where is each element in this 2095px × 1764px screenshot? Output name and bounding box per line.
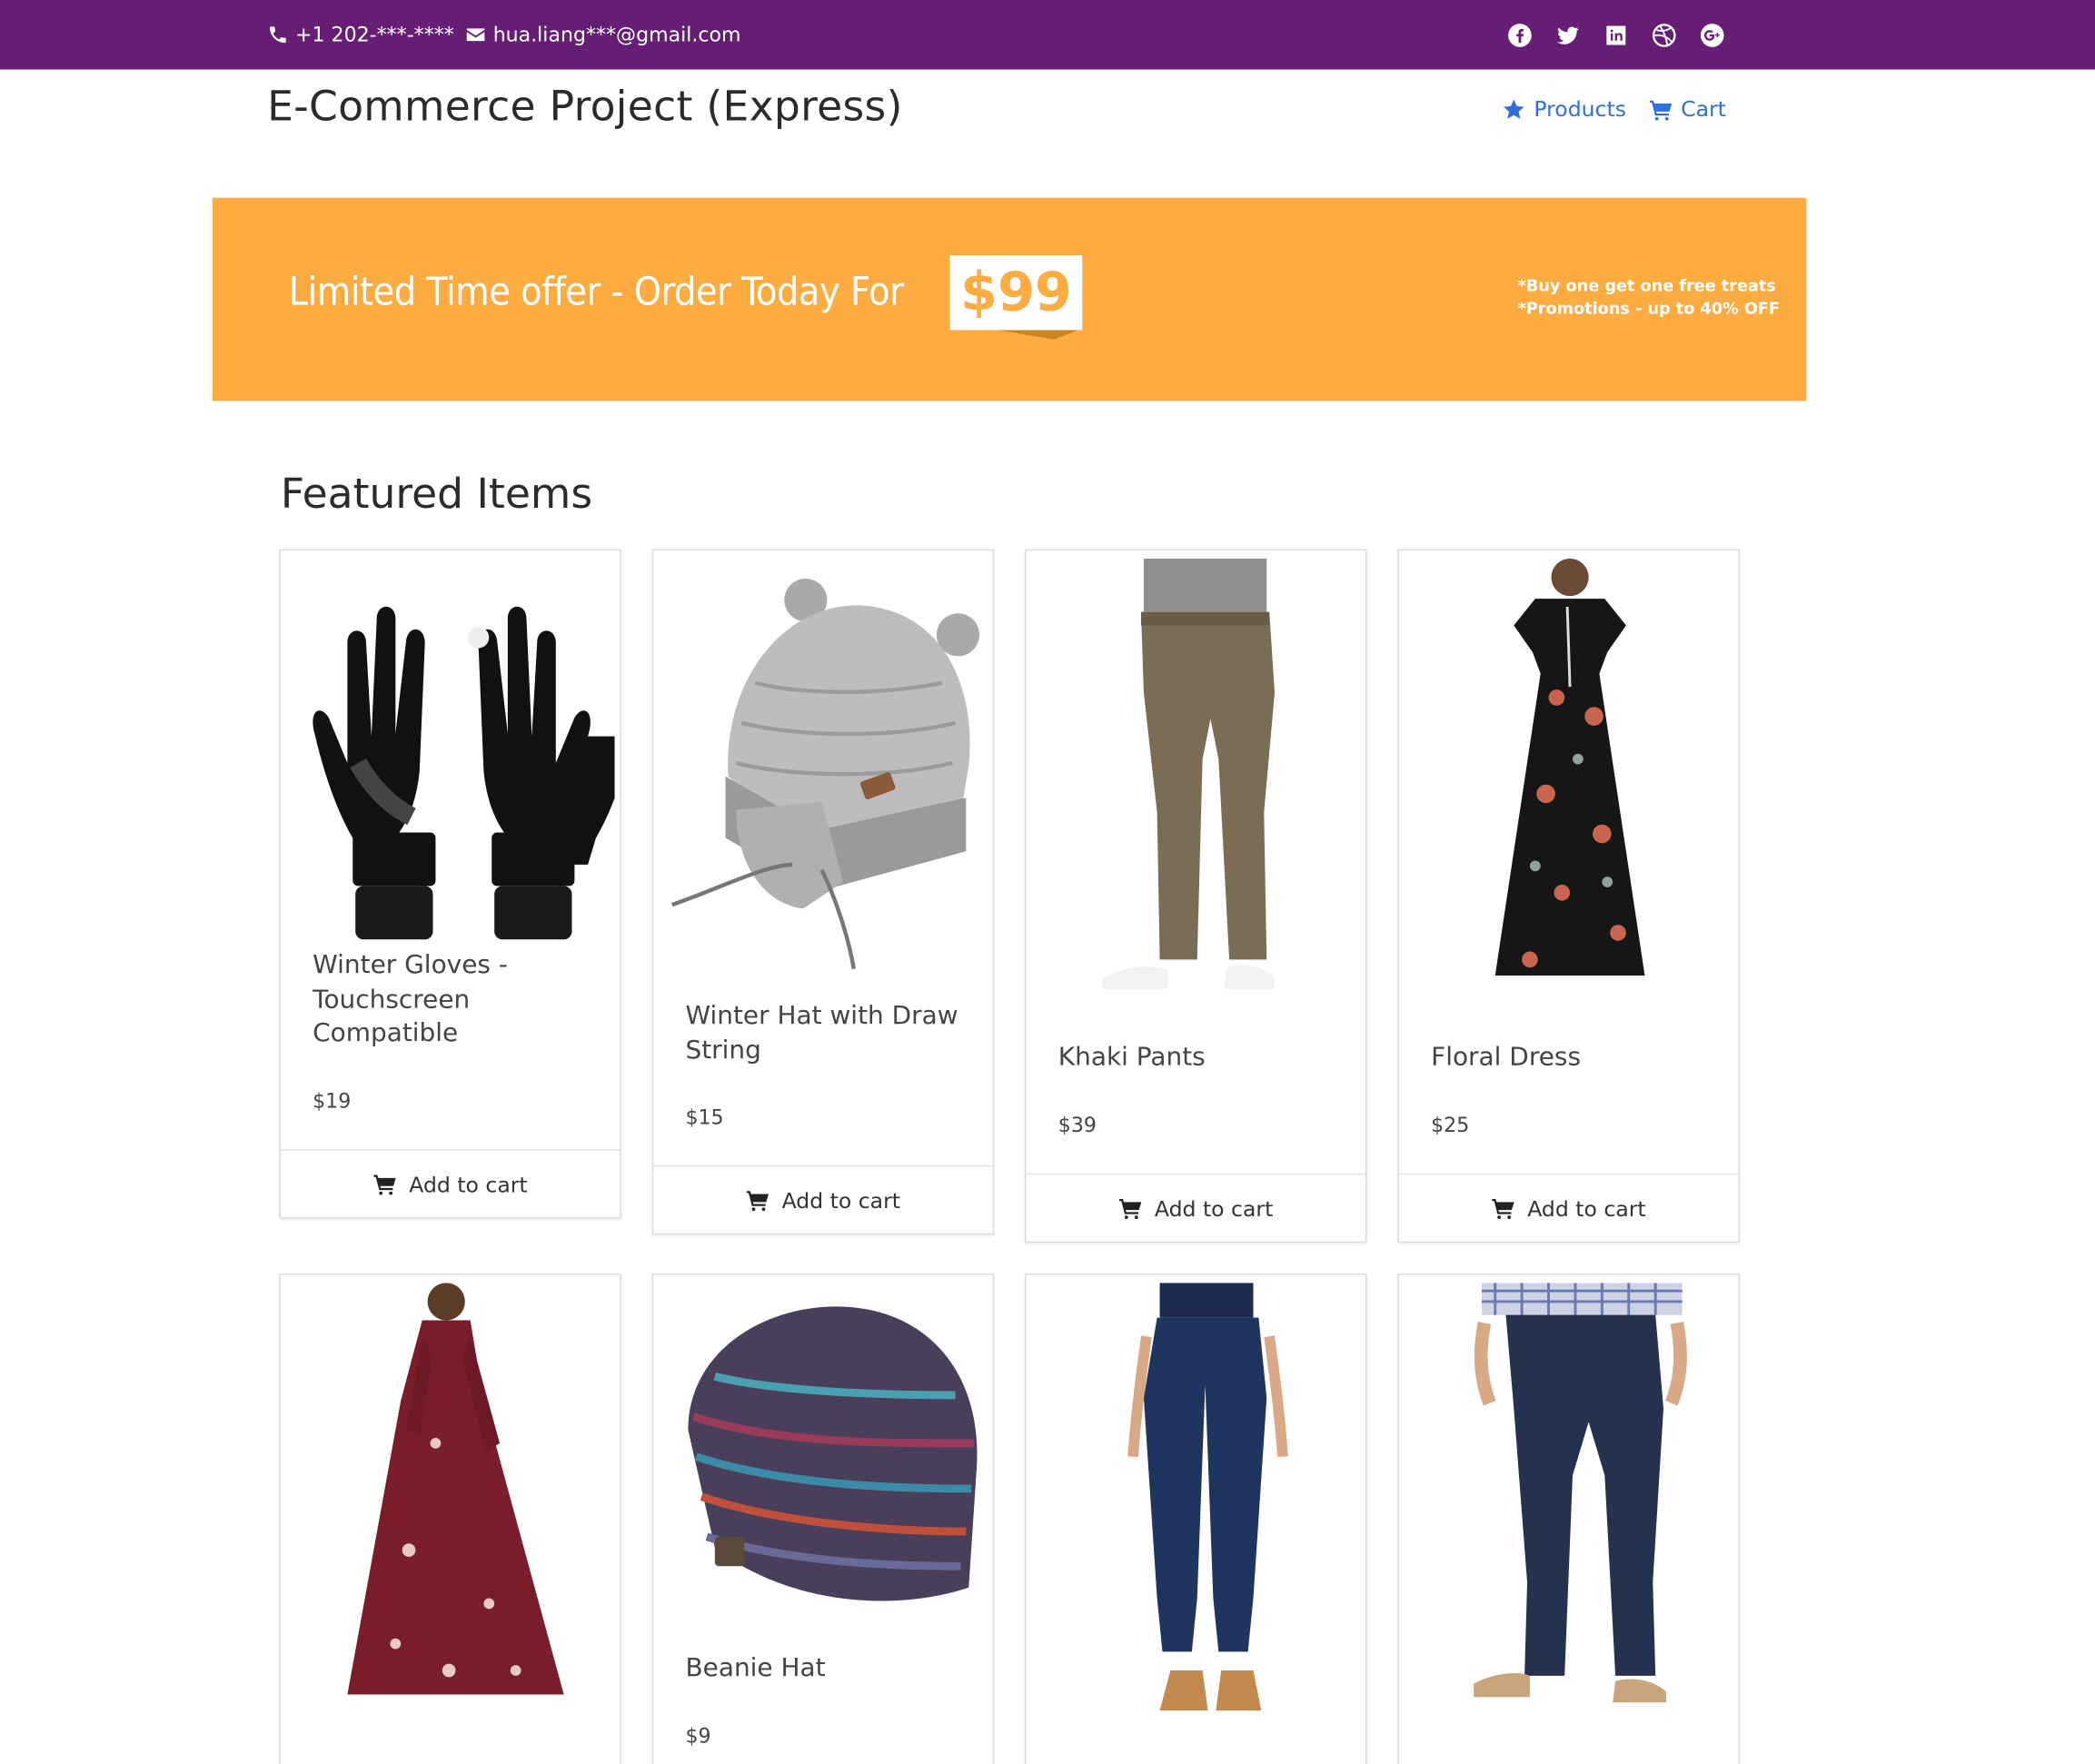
- section-title: Featured Items: [280, 470, 593, 519]
- nav-cart[interactable]: Cart: [1649, 96, 1726, 122]
- cart-icon: [1649, 99, 1673, 120]
- add-to-cart-label: Add to cart: [1154, 1194, 1274, 1221]
- product-card[interactable]: Khaki Pants $39 Add to cart: [1025, 549, 1367, 1244]
- banner-headline: Limited Time offer - Order Today For: [288, 268, 904, 314]
- product-image-floral-dress[interactable]: [1407, 558, 1733, 995]
- add-to-cart-button[interactable]: Add to cart: [653, 1164, 993, 1234]
- linkedin-icon[interactable]: [1604, 22, 1629, 47]
- page: +1 202-***-**** hua.liang***@gmail.com E…: [0, 0, 2095, 1764]
- add-to-cart-button[interactable]: Add to cart: [1398, 1173, 1739, 1242]
- product-price: $39: [1057, 1113, 1097, 1137]
- nav-products[interactable]: Products: [1502, 96, 1626, 122]
- product-price: $9: [685, 1723, 711, 1749]
- banner-price-tag: $99: [949, 254, 1083, 331]
- add-to-cart-button[interactable]: Add to cart: [1026, 1173, 1366, 1242]
- product-card[interactable]: Beanie Hat $9: [651, 1273, 995, 1764]
- product-image-khaki-pants[interactable]: [1034, 558, 1360, 995]
- twitter-icon[interactable]: [1555, 22, 1581, 47]
- add-to-cart-label: Add to cart: [1527, 1194, 1646, 1221]
- cart-icon: [1492, 1199, 1514, 1219]
- top-bar: +1 202-***-**** hua.liang***@gmail.com: [0, 0, 2095, 70]
- promo-line-2: *Promotions - up to 40% OFF: [1517, 299, 1780, 319]
- product-title[interactable]: Winter Hat with Draw String: [685, 999, 966, 1067]
- banner-promo-notes: *Buy one get one free treats *Promotions…: [1518, 275, 1780, 321]
- product-card[interactable]: [1397, 1273, 1740, 1764]
- product-title[interactable]: Floral Dress: [1431, 1041, 1712, 1075]
- product-title[interactable]: Winter Gloves - Touchscreen Compatible: [313, 949, 593, 1052]
- social-links: [1507, 0, 1725, 70]
- product-card[interactable]: [1025, 1273, 1367, 1764]
- promo-banner[interactable]: Limited Time offer - Order Today For $99…: [212, 197, 1807, 401]
- site-brand[interactable]: E-Commerce Project (Express): [267, 83, 903, 131]
- google-plus-icon[interactable]: [1700, 22, 1725, 47]
- product-image-navy-trousers[interactable]: [1407, 1283, 1733, 1719]
- star-icon: [1504, 98, 1524, 119]
- add-to-cart-label: Add to cart: [409, 1171, 528, 1197]
- product-image-maroon-dress[interactable]: [289, 1283, 615, 1719]
- envelope-icon: [466, 28, 485, 42]
- email-address: hua.liang***@gmail.com: [492, 23, 741, 47]
- promo-line-1: *Buy one get one free treats: [1517, 276, 1776, 296]
- cart-icon: [1119, 1199, 1142, 1219]
- product-card[interactable]: [279, 1273, 621, 1764]
- product-image-gloves[interactable]: [289, 559, 615, 995]
- nav-products-label: Products: [1534, 95, 1626, 122]
- phone-icon: [270, 26, 286, 44]
- phone-contact[interactable]: +1 202-***-****: [267, 0, 454, 70]
- phone-number: +1 202-***-****: [295, 23, 454, 47]
- add-to-cart-button[interactable]: Add to cart: [280, 1149, 621, 1217]
- product-price: $25: [1431, 1113, 1470, 1137]
- cart-icon: [373, 1174, 396, 1195]
- product-title[interactable]: Beanie Hat: [685, 1651, 966, 1686]
- product-image-beanie-hat[interactable]: [661, 1283, 988, 1617]
- cart-icon: [746, 1191, 769, 1212]
- product-card[interactable]: Floral Dress $25 Add to cart: [1397, 549, 1740, 1244]
- dribbble-icon[interactable]: [1652, 22, 1677, 47]
- product-price: $19: [313, 1089, 352, 1114]
- product-price: $15: [685, 1105, 724, 1130]
- add-to-cart-label: Add to cart: [781, 1187, 900, 1214]
- nav-cart-label: Cart: [1681, 95, 1726, 122]
- product-title[interactable]: Khaki Pants: [1058, 1041, 1339, 1075]
- product-image-jeans[interactable]: [1034, 1283, 1360, 1719]
- product-image-winter-hat[interactable]: [661, 559, 988, 995]
- email-contact[interactable]: hua.liang***@gmail.com: [465, 0, 741, 70]
- product-card[interactable]: Winter Hat with Draw String $15 Add to c…: [651, 549, 995, 1235]
- facebook-icon[interactable]: [1507, 22, 1533, 47]
- product-card[interactable]: Winter Gloves - Touchscreen Compatible $…: [279, 549, 621, 1219]
